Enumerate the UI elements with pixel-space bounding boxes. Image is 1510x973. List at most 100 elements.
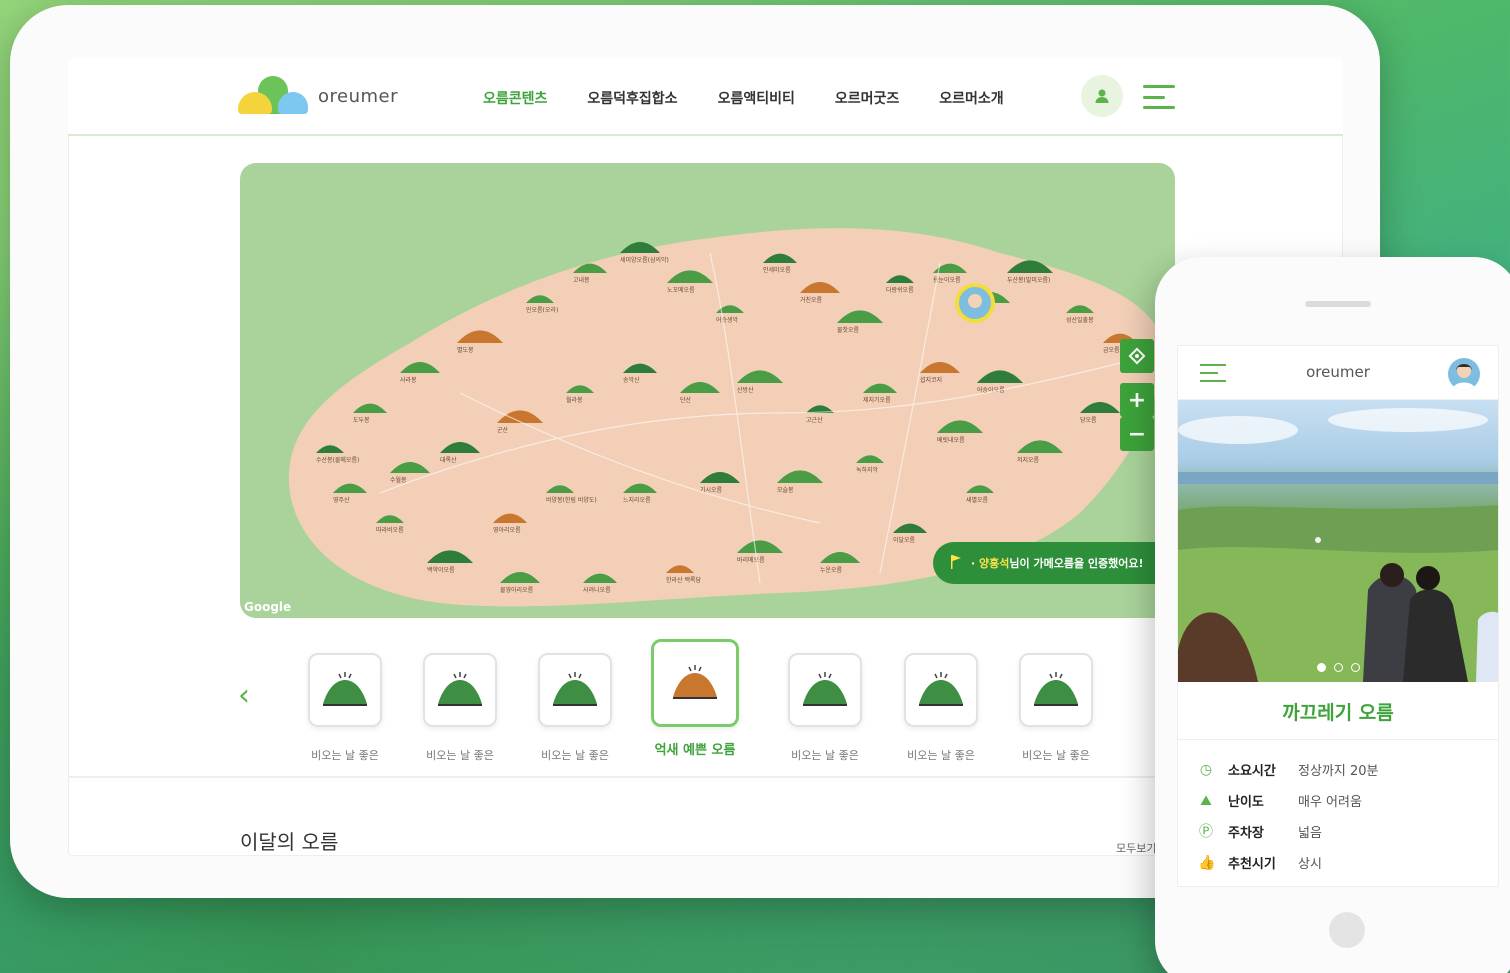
- info-key: 소요시간: [1228, 764, 1276, 779]
- google-attribution: Google: [244, 600, 292, 614]
- oreum-map-label: 수산봉(물메오름): [316, 456, 359, 464]
- mountain-icon: [323, 672, 367, 706]
- avatar[interactable]: [1448, 358, 1480, 390]
- parking-icon: Ⓟ: [1199, 823, 1213, 840]
- oreum-map-label: 산방산: [737, 386, 754, 394]
- carousel-item[interactable]: 비오는 날 좋은: [904, 653, 978, 763]
- info-value: 넓음: [1298, 826, 1322, 841]
- oreum-map-label: 도두봉: [353, 416, 370, 424]
- flag-icon: [951, 555, 961, 569]
- nav-item-goods[interactable]: 오르머굿즈: [835, 88, 899, 108]
- phone-speaker: [1305, 301, 1371, 307]
- nav-item-oreum-contents[interactable]: 오름콘텐츠: [483, 88, 547, 108]
- oreum-map-label: 다랑쉬오름: [886, 286, 914, 294]
- oreum-map-label: 영아리오름: [493, 526, 521, 534]
- zoom-in-button[interactable]: +: [1120, 383, 1154, 417]
- zoom-out-button[interactable]: −: [1120, 417, 1154, 451]
- info-value: 상시: [1298, 857, 1322, 872]
- plus-icon: +: [1127, 387, 1147, 413]
- oreum-map-label: 백약이오름: [427, 566, 455, 574]
- carousel-label: 비오는 날 좋은: [311, 749, 379, 762]
- oreum-map-label: 이달오름: [893, 536, 916, 544]
- oreum-map-label: 단산: [680, 396, 692, 404]
- logo-mark-icon: [238, 76, 308, 116]
- carousel-tile: [651, 639, 739, 727]
- nav-item-about[interactable]: 오르머소개: [939, 88, 1003, 108]
- info-value: 매우 어려움: [1298, 795, 1362, 810]
- oreum-marker-icon[interactable]: [620, 242, 660, 253]
- carousel-label: 비오는 날 좋은: [426, 749, 494, 762]
- oreum-map-label: 당오름: [1080, 416, 1097, 424]
- oreum-map-label: 바리메오름: [737, 556, 765, 564]
- oreum-map-label: 사라봉: [400, 376, 417, 384]
- mountain-icon: ⛰: [1200, 792, 1212, 809]
- oreum-map-label: 베릿내오름: [937, 436, 965, 444]
- nav-item-oreum-fans[interactable]: 오름덕후집합소: [587, 88, 677, 108]
- oreum-map-label: 비양봉(한림 비양도): [546, 496, 597, 504]
- theme-carousel: ‹ › 비오는 날 좋은비오는 날 좋은비오는 날 좋은억새 예쁜 오름비오는 …: [228, 633, 1188, 762]
- info-row-parking: Ⓟ 주차장 넓음: [1198, 816, 1478, 847]
- oreum-map-label: 녹하지악: [856, 466, 879, 474]
- carousel-tile: [1019, 653, 1093, 727]
- carousel-item[interactable]: 비오는 날 좋은: [1019, 653, 1093, 763]
- oreum-map-label: 한라산 백록담: [666, 576, 702, 584]
- carousel-prev-arrow-icon[interactable]: ‹: [238, 678, 250, 713]
- pagination-dot[interactable]: [1333, 663, 1343, 672]
- oreum-map[interactable]: 수산봉(물메오름) 도두봉 사라봉 별도봉 민오름(오라) 고내봉 세미양오름(삼의악) 노꼬…: [240, 163, 1175, 618]
- carousel-label: 비오는 날 좋은: [1022, 749, 1090, 762]
- logo[interactable]: oreumer: [238, 76, 398, 116]
- home-button[interactable]: [1329, 912, 1365, 948]
- oreum-map-label: 두산봉(말미오름): [1007, 276, 1050, 284]
- phone-device: oreumer 까끄레기 오름 ◷ 소요시간 정상까지 20분 ⛰ 난이도 매우…: [1155, 257, 1510, 973]
- hamburger-menu-icon[interactable]: [1143, 85, 1175, 109]
- oreum-map-label: 새별오름: [966, 496, 989, 504]
- carousel-tile: [308, 653, 382, 727]
- carousel-label: 억새 예쁜 오름: [654, 743, 736, 758]
- carousel-label: 비오는 날 좋은: [791, 749, 859, 762]
- logo-text: oreumer: [318, 85, 399, 107]
- phone-header: oreumer: [1178, 346, 1498, 400]
- carousel-item[interactable]: 비오는 날 좋은: [308, 653, 382, 763]
- info-row-season: 👍 추천시기 상시: [1198, 847, 1478, 878]
- location-button[interactable]: [1120, 339, 1154, 373]
- mountain-icon: [553, 672, 597, 706]
- header: oreumer 오름콘텐츠 오름덕후집합소 오름액티비티 오르머굿즈 오르머소개: [68, 58, 1343, 136]
- carousel-item[interactable]: 비오는 날 좋은: [788, 653, 862, 763]
- oreum-map-label: 누운오름: [820, 567, 843, 574]
- oreum-name: 까끄레기 오름: [1178, 682, 1498, 740]
- carousel-tile: [538, 653, 612, 727]
- user-button[interactable]: [1081, 75, 1123, 117]
- oreum-map-label: 물찻오름: [837, 326, 860, 334]
- carousel-tile: [904, 653, 978, 727]
- toast-prefix: ·: [971, 556, 976, 570]
- oreum-map-label: 따라비오름: [376, 526, 404, 534]
- carousel-item[interactable]: 비오는 날 좋은: [538, 653, 612, 763]
- mountain-icon: [673, 665, 717, 699]
- certification-toast[interactable]: · 양흥석 님이 가메오름을 인증했어요!: [933, 542, 1175, 584]
- tablet-screen: oreumer 오름콘텐츠 오름덕후집합소 오름액티비티 오르머굿즈 오르머소개…: [68, 58, 1343, 856]
- info-key: 난이도: [1228, 795, 1264, 810]
- pagination-dot[interactable]: [1316, 663, 1326, 672]
- oreum-map-label: 안세미오름: [763, 266, 791, 274]
- oreum-map-label: 느지리오름: [623, 496, 651, 504]
- info-row-difficulty: ⛰ 난이도 매우 어려움: [1198, 785, 1478, 816]
- toast-user-name: 양흥석: [979, 557, 1010, 570]
- carousel-item[interactable]: 억새 예쁜 오름: [651, 639, 739, 758]
- section-title: 이달의 오름: [240, 830, 339, 854]
- oreum-map-label: 제지기오름: [863, 396, 891, 404]
- pagination-dot[interactable]: [1350, 663, 1360, 672]
- mountain-icon: [1034, 672, 1078, 706]
- carousel-tile: [788, 653, 862, 727]
- oreum-photo[interactable]: [1178, 400, 1498, 682]
- oreum-map-label: 송악산: [623, 376, 640, 384]
- info-key: 주차장: [1228, 826, 1264, 841]
- carousel-item[interactable]: 비오는 날 좋은: [423, 653, 497, 763]
- carousel-label: 비오는 날 좋은: [907, 749, 975, 762]
- nav-item-oreum-activity[interactable]: 오름액티비티: [718, 88, 795, 108]
- section-divider: [68, 776, 1343, 778]
- oreum-map-label: 수월봉: [390, 476, 407, 484]
- oreum-map-label: 대록산: [440, 456, 457, 464]
- thumbs-up-icon: 👍: [1198, 854, 1216, 871]
- info-key: 추천시기: [1228, 857, 1276, 872]
- oreum-map-label: 월라봉: [566, 396, 583, 404]
